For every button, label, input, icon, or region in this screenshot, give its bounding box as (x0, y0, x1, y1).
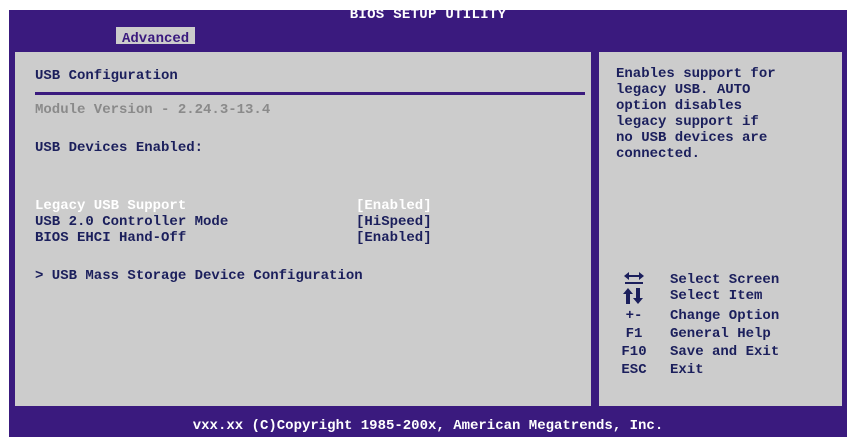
submenu-usb-mass-storage[interactable]: > USB Mass Storage Device Configuration (35, 268, 363, 284)
setting-usb20-controller-mode[interactable]: USB 2.0 Controller Mode (35, 214, 228, 230)
up-down-arrows-icon (608, 288, 660, 309)
setting-legacy-usb-support[interactable]: Legacy USB Support (35, 198, 186, 214)
app-title: BIOS SETUP UTILITY (349, 7, 507, 23)
legend-select-item: Select Item (670, 288, 763, 304)
legend-general-help: General Help (670, 326, 771, 342)
section-divider (35, 92, 585, 95)
setting-bios-ehci-hand-off[interactable]: BIOS EHCI Hand-Off (35, 230, 186, 246)
setting-label: BIOS EHCI Hand-Off (35, 230, 187, 246)
legend-key-f10: F10 (621, 344, 647, 360)
setting-bios-ehci-hand-off-value[interactable]: [Enabled] (356, 230, 432, 246)
help-description: Enables support for legacy USB. AUTO opt… (616, 66, 776, 162)
usb-devices-enabled-label: USB Devices Enabled: (35, 140, 204, 156)
setting-usb20-controller-mode-value[interactable]: [HiSpeed] (356, 214, 432, 230)
legend-key-esc: ESC (621, 362, 647, 378)
setting-legacy-usb-support-value[interactable]: [Enabled] (356, 198, 432, 214)
legend-save-and-exit: Save and Exit (670, 344, 780, 360)
setting-label: USB 2.0 Controller Mode (35, 214, 229, 230)
legend-select-screen: Select Screen (670, 272, 780, 288)
title-bar: BIOS SETUP UTILITY Advanced (9, 7, 847, 51)
legend-key-f1: F1 (625, 326, 643, 342)
legend-exit: Exit (670, 362, 704, 378)
help-panel: Enables support for legacy USB. AUTO opt… (597, 50, 844, 408)
copyright-footer: vxx.xx (C)Copyright 1985-200x, American … (9, 416, 847, 437)
settings-panel: USB Configuration Module Version - 2.24.… (13, 50, 593, 408)
legend-change-option: Change Option (670, 308, 780, 324)
setting-label: Legacy USB Support (35, 198, 187, 214)
legend-key-plus-minus: +- (625, 308, 643, 324)
section-title: USB Configuration (35, 68, 178, 84)
module-version: Module Version - 2.24.3-13.4 (35, 102, 271, 118)
